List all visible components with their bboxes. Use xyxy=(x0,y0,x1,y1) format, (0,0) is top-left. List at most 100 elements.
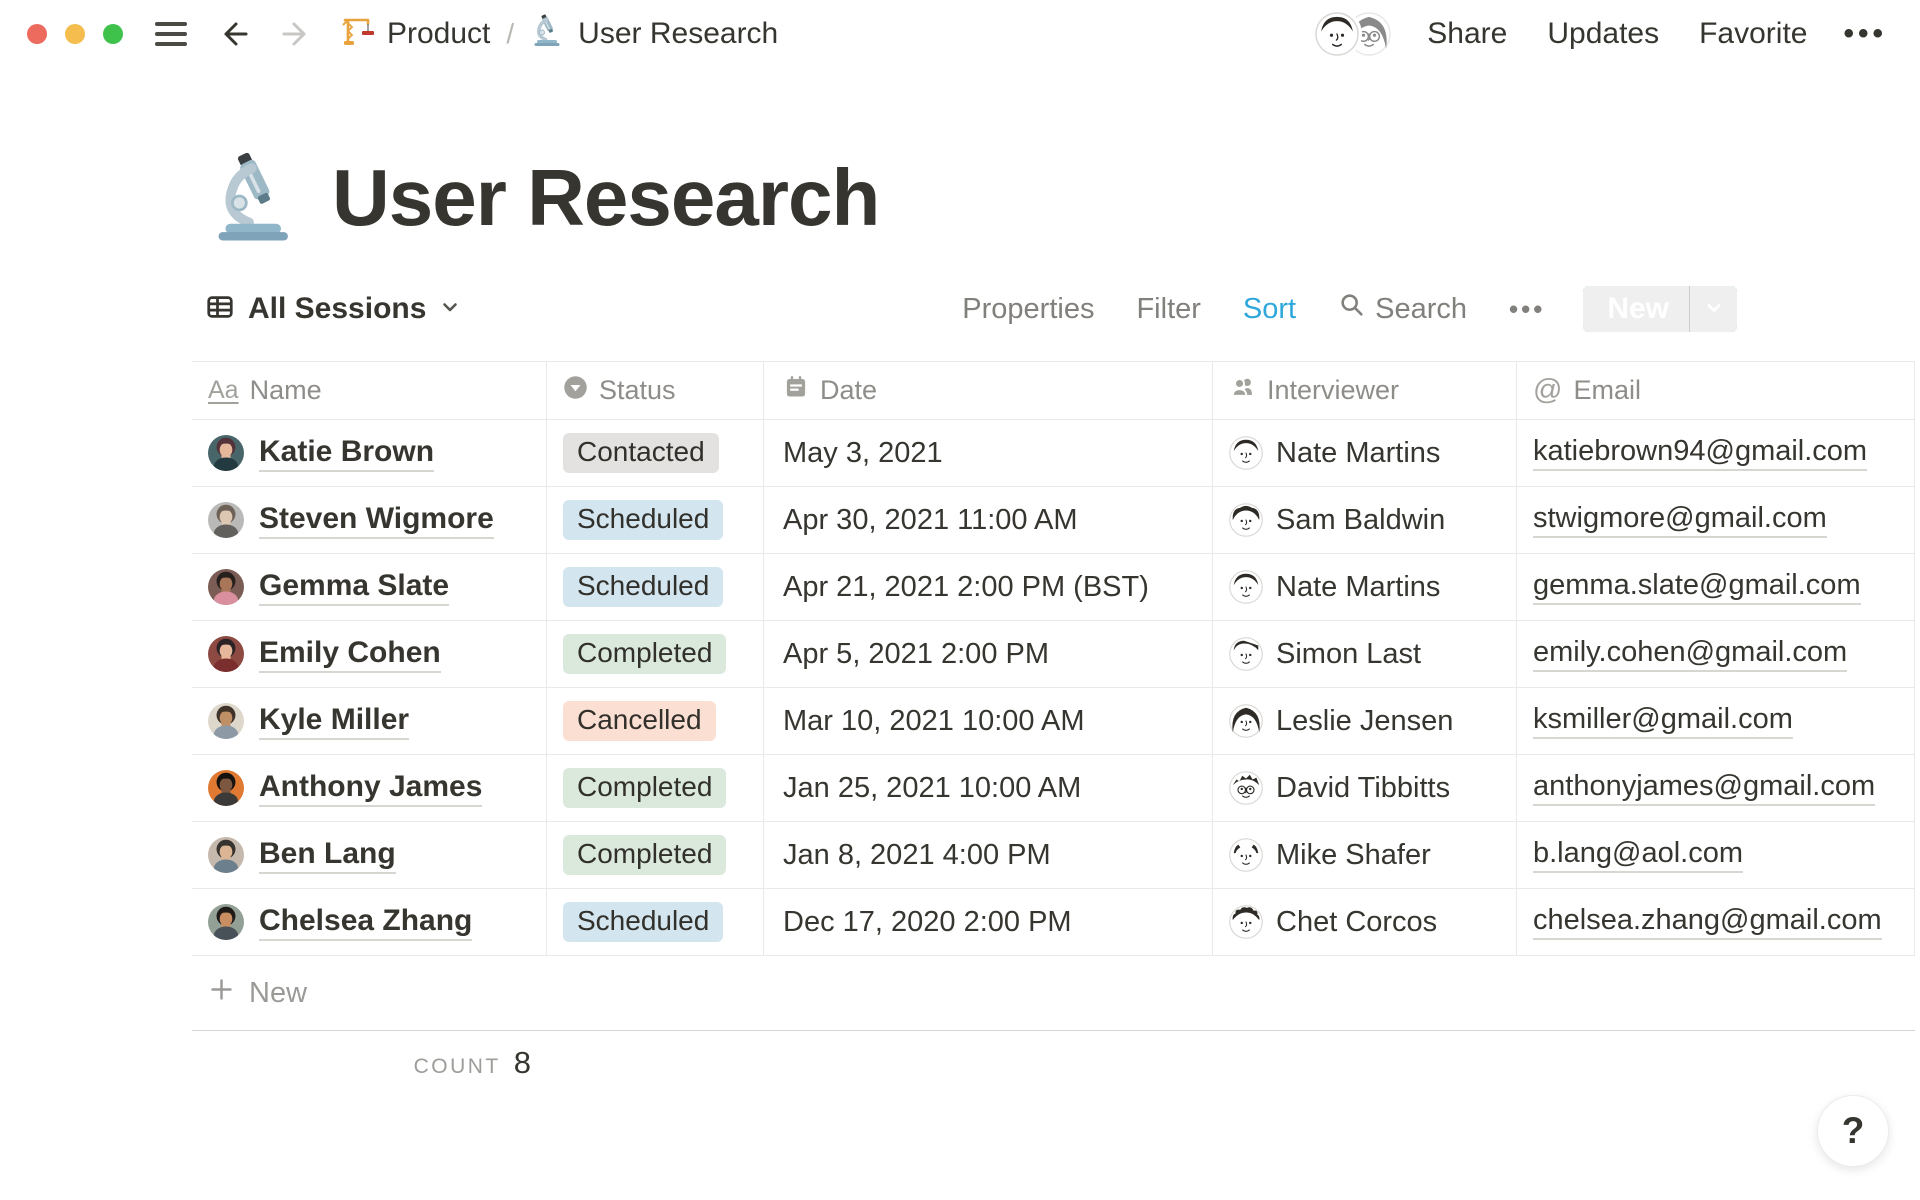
new-row-label: New xyxy=(249,976,308,1009)
properties-button[interactable]: Properties xyxy=(962,293,1094,326)
count-calculation[interactable]: COUNT 8 xyxy=(192,1045,531,1089)
interviewer-cell[interactable]: Mike Shafer xyxy=(1213,822,1517,888)
favorite-button[interactable]: Favorite xyxy=(1699,17,1807,51)
date-cell[interactable]: Apr 21, 2021 2:00 PM (BST) xyxy=(764,554,1213,620)
interviewer-cell[interactable]: Nate Martins xyxy=(1213,554,1517,620)
date-cell[interactable]: Mar 10, 2021 10:00 AM xyxy=(764,688,1213,754)
column-label: Email xyxy=(1573,375,1641,405)
name-cell[interactable]: Chelsea Zhang xyxy=(192,889,547,955)
interviewer-cell[interactable]: Chet Corcos xyxy=(1213,889,1517,955)
updates-button[interactable]: Updates xyxy=(1547,17,1659,51)
breadcrumb-label: Product xyxy=(387,17,491,50)
email-cell[interactable]: b.lang@aol.com xyxy=(1517,822,1915,888)
view-switcher[interactable]: All Sessions xyxy=(192,292,461,327)
status-cell[interactable]: Completed xyxy=(547,822,764,888)
column-label: Status xyxy=(599,375,676,405)
status-badge: Scheduled xyxy=(563,901,724,943)
date-cell[interactable]: Dec 17, 2020 2:00 PM xyxy=(764,889,1213,955)
contact-name: Chelsea Zhang xyxy=(259,904,473,941)
column-header-date[interactable]: Date xyxy=(764,362,1213,419)
breadcrumb-item-user-research[interactable]: User Research xyxy=(530,12,778,56)
email-link: stwigmore@gmail.com xyxy=(1533,502,1827,538)
email-link: gemma.slate@gmail.com xyxy=(1533,569,1861,605)
email-cell[interactable]: stwigmore@gmail.com xyxy=(1517,487,1915,553)
status-cell[interactable]: Scheduled xyxy=(547,889,764,955)
interviewer-name: Leslie Jensen xyxy=(1276,704,1454,737)
name-cell[interactable]: Gemma Slate xyxy=(192,554,547,620)
collaborator-avatar-1[interactable] xyxy=(1315,12,1360,56)
person-icon xyxy=(1229,374,1256,408)
interviewer-avatar xyxy=(1229,771,1263,805)
email-cell[interactable]: anthonyjames@gmail.com xyxy=(1517,755,1915,821)
contact-name: Steven Wigmore xyxy=(259,502,494,539)
new-button[interactable]: New xyxy=(1583,286,1689,332)
page-title[interactable]: User Research xyxy=(332,152,880,244)
filter-button[interactable]: Filter xyxy=(1136,293,1200,326)
help-button[interactable]: ? xyxy=(1817,1095,1889,1167)
arrow-left-icon xyxy=(224,22,248,46)
zoom-button[interactable] xyxy=(103,24,123,44)
page-icon[interactable] xyxy=(206,148,306,248)
status-badge: Contacted xyxy=(563,432,719,474)
new-dropdown-button[interactable] xyxy=(1689,286,1737,332)
breadcrumb-item-product[interactable]: Product xyxy=(341,13,490,55)
email-cell[interactable]: gemma.slate@gmail.com xyxy=(1517,554,1915,620)
breadcrumb: Product / User Research xyxy=(341,12,778,56)
column-header-name[interactable]: Aa Name xyxy=(192,362,547,419)
close-button[interactable] xyxy=(27,24,47,44)
email-cell[interactable]: katiebrown94@gmail.com xyxy=(1517,420,1915,486)
interviewer-cell[interactable]: David Tibbitts xyxy=(1213,755,1517,821)
name-cell[interactable]: Emily Cohen xyxy=(192,621,547,687)
crane-icon xyxy=(341,13,375,55)
title-icon: Aa xyxy=(208,376,239,404)
status-cell[interactable]: Contacted xyxy=(547,420,764,486)
email-link: anthonyjames@gmail.com xyxy=(1533,770,1876,806)
date-cell[interactable]: Apr 30, 2021 11:00 AM xyxy=(764,487,1213,553)
email-cell[interactable]: emily.cohen@gmail.com xyxy=(1517,621,1915,687)
interviewer-cell[interactable]: Sam Baldwin xyxy=(1213,487,1517,553)
date-cell[interactable]: Apr 5, 2021 2:00 PM xyxy=(764,621,1213,687)
forward-button[interactable] xyxy=(279,16,315,52)
name-cell[interactable]: Kyle Miller xyxy=(192,688,547,754)
interviewer-avatar xyxy=(1229,838,1263,872)
name-cell[interactable]: Ben Lang xyxy=(192,822,547,888)
column-header-email[interactable]: @ Email xyxy=(1517,362,1915,419)
back-button[interactable] xyxy=(215,16,251,52)
interviewer-avatar xyxy=(1229,570,1263,604)
interviewer-avatar xyxy=(1229,436,1263,470)
status-cell[interactable]: Completed xyxy=(547,755,764,821)
date-cell[interactable]: Jan 25, 2021 10:00 AM xyxy=(764,755,1213,821)
name-cell[interactable]: Anthony James xyxy=(192,755,547,821)
sidebar-toggle-button[interactable] xyxy=(155,22,187,46)
minimize-button[interactable] xyxy=(65,24,85,44)
notion-window: Product / User Research Share Updates Fa… xyxy=(0,0,1920,1200)
email-cell[interactable]: chelsea.zhang@gmail.com xyxy=(1517,889,1915,955)
contact-avatar xyxy=(208,703,244,739)
microscope-icon xyxy=(530,12,566,56)
view-more-button[interactable]: ••• xyxy=(1509,294,1545,325)
interviewer-avatar xyxy=(1229,704,1263,738)
interviewer-cell[interactable]: Nate Martins xyxy=(1213,420,1517,486)
date-cell[interactable]: Jan 8, 2021 4:00 PM xyxy=(764,822,1213,888)
new-row-button[interactable]: New xyxy=(192,956,1915,1031)
interviewer-cell[interactable]: Leslie Jensen xyxy=(1213,688,1517,754)
interviewer-name: Sam Baldwin xyxy=(1276,503,1446,536)
name-cell[interactable]: Katie Brown xyxy=(192,420,547,486)
status-cell[interactable]: Cancelled xyxy=(547,688,764,754)
column-header-interviewer[interactable]: Interviewer xyxy=(1213,362,1517,419)
name-cell[interactable]: Steven Wigmore xyxy=(192,487,547,553)
share-button[interactable]: Share xyxy=(1427,17,1507,51)
column-label: Interviewer xyxy=(1267,375,1400,405)
email-cell[interactable]: ksmiller@gmail.com xyxy=(1517,688,1915,754)
topbar-more-button[interactable]: ••• xyxy=(1843,19,1887,49)
status-cell[interactable]: Completed xyxy=(547,621,764,687)
table-view-icon xyxy=(205,292,235,327)
status-cell[interactable]: Scheduled xyxy=(547,487,764,553)
status-cell[interactable]: Scheduled xyxy=(547,554,764,620)
column-header-status[interactable]: Status xyxy=(547,362,764,419)
status-badge: Completed xyxy=(563,767,727,809)
date-cell[interactable]: May 3, 2021 xyxy=(764,420,1213,486)
interviewer-cell[interactable]: Simon Last xyxy=(1213,621,1517,687)
search-button[interactable]: Search xyxy=(1338,291,1467,327)
sort-button[interactable]: Sort xyxy=(1243,293,1296,326)
